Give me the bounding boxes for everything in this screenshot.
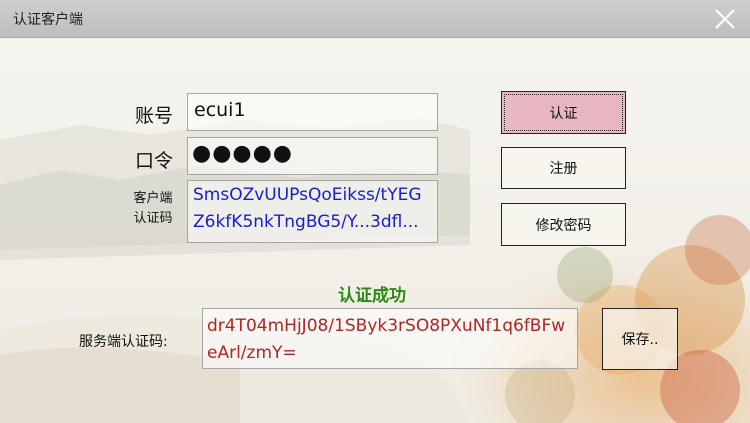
save-button[interactable]: 保存.. xyxy=(602,308,678,370)
client-code-label-line1: 客户端 xyxy=(133,191,173,206)
client-code-label-line2: 认证码 xyxy=(133,211,173,226)
server-code-label: 服务端认证码: xyxy=(79,334,168,350)
auth-button[interactable]: 认证 xyxy=(501,91,626,134)
close-button[interactable] xyxy=(710,4,740,34)
client-code-field[interactable]: SmsOZvUUPsQoEikss/tYEGZ6kfK5nkTngBG5/Y..… xyxy=(187,180,438,243)
auth-status-text: 认证成功 xyxy=(338,286,406,306)
password-field[interactable]: ●●●●● xyxy=(187,137,438,175)
password-mask: ●●●●● xyxy=(192,141,293,166)
server-code-value: dr4T04mHjJ08/1SByk3rSO8PXuNf1q6fBFweArl/… xyxy=(207,316,566,363)
title-bar: 认证客户端 xyxy=(0,0,750,38)
window-title: 认证客户端 xyxy=(13,12,83,28)
account-label: 账号 xyxy=(135,105,174,127)
change-password-button[interactable]: 修改密码 xyxy=(501,203,626,246)
password-label: 口令 xyxy=(135,150,174,172)
register-button[interactable]: 注册 xyxy=(501,147,626,189)
auth-client-window: 认证客户端 账号 ecui1 口令 ●●●●● 客户端 认证码 SmsOZvUU… xyxy=(0,0,750,423)
client-code-value: SmsOZvUUPsQoEikss/tYEGZ6kfK5nkTngBG5/Y..… xyxy=(193,185,422,232)
server-code-field[interactable]: dr4T04mHjJ08/1SByk3rSO8PXuNf1q6fBFweArl/… xyxy=(202,308,578,369)
client-code-label: 客户端 认证码 xyxy=(128,189,178,229)
account-value: ecui1 xyxy=(194,99,246,121)
account-field[interactable]: ecui1 xyxy=(187,93,438,131)
close-icon xyxy=(715,9,735,29)
